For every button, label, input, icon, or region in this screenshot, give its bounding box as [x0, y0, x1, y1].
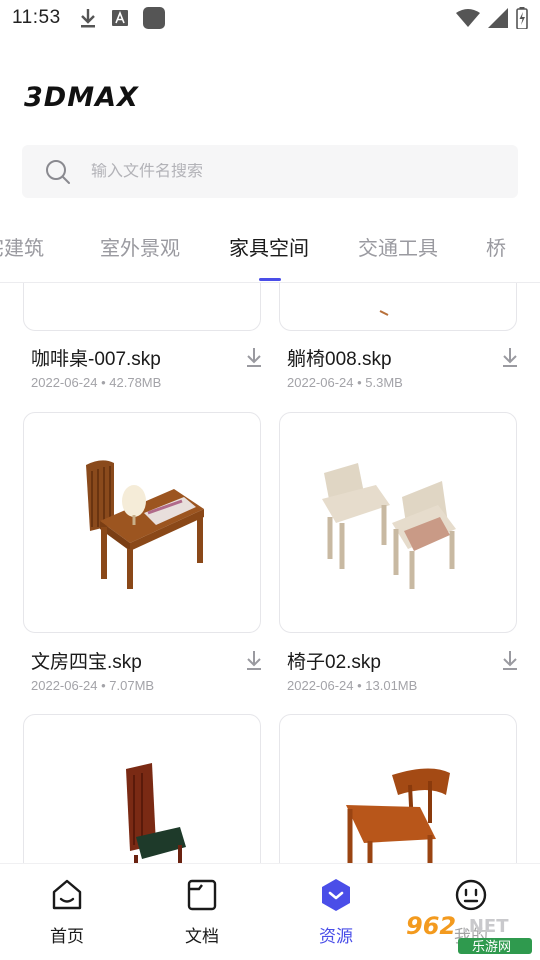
chair-02-thumbnail[interactable]: [279, 412, 517, 633]
item-meta: 2022-06-24 • 42.78MB: [31, 375, 162, 390]
armchair-image: [346, 768, 450, 863]
home-icon: [52, 879, 82, 910]
watermark-number: 962: [406, 912, 456, 940]
item-title[interactable]: 咖啡桌-007.skp: [31, 344, 161, 371]
tab-landscape[interactable]: 室外景观: [100, 232, 180, 261]
wifi-icon: [456, 9, 480, 27]
watermark-suffix: .NET: [462, 916, 509, 937]
search-icon: [46, 159, 70, 184]
profile-icon: [455, 879, 487, 911]
item-meta: 2022-06-24 • 13.01MB: [287, 678, 418, 693]
nav-home-label: 首页: [50, 927, 84, 946]
download-icon[interactable]: [500, 347, 520, 367]
folder-icon: [187, 879, 217, 911]
nav-documents-label: 文档: [185, 927, 219, 946]
lounge-chair-image: [379, 310, 389, 316]
chairs-image: [322, 463, 456, 589]
tab-furniture[interactable]: 家具空间: [229, 232, 309, 261]
stationery-desk-thumbnail[interactable]: [23, 412, 261, 633]
search-bar[interactable]: [22, 145, 518, 198]
screen: 11:53 3DMAX 输入文件名搜索 建筑 室外景观 家具空间 交通工具 桥 …: [0, 0, 540, 960]
battery-icon: [516, 7, 528, 29]
tab-vehicles[interactable]: 交通工具: [358, 232, 438, 261]
nav-resources-label: 资源: [319, 927, 353, 946]
site-watermark: 962 .NET 乐游网: [400, 910, 536, 955]
tall-chair-thumbnail[interactable]: [23, 714, 261, 863]
item-title[interactable]: 躺椅008.skp: [287, 344, 392, 371]
tab-bridge[interactable]: 桥: [486, 232, 506, 261]
item-meta: 2022-06-24 • 7.07MB: [31, 678, 155, 693]
keyboard-a-icon: [111, 10, 128, 26]
download-icon[interactable]: [244, 650, 264, 670]
category-tabs: 住宅建筑 室外景观 家具空间 交通工具 桥: [0, 222, 540, 282]
nav-documents[interactable]: 文档: [167, 878, 237, 947]
coffee-table-thumbnail[interactable]: [23, 283, 261, 331]
download-status-icon: [80, 9, 95, 28]
desk-chair-image: [86, 460, 204, 589]
resource-icon: [322, 879, 350, 911]
resource-grid: 咖啡桌-007.skp 2022-06-24 • 42.78MB 躺椅008.s…: [0, 283, 540, 863]
status-bar: 11:53: [0, 0, 540, 36]
search-input[interactable]: [91, 162, 471, 181]
item-meta: 2022-06-24 • 5.3MB: [287, 375, 403, 390]
lounge-chair-thumbnail[interactable]: [279, 283, 517, 331]
watermark-caption: 乐游网: [472, 940, 511, 955]
status-left-icons: [79, 7, 165, 29]
tab-residential[interactable]: 住宅建筑: [0, 232, 44, 261]
item-title[interactable]: 文房四宝.skp: [31, 647, 142, 674]
download-icon[interactable]: [244, 347, 264, 367]
app-square-icon: [142, 7, 165, 29]
active-tab-indicator: [259, 278, 281, 281]
nav-resources[interactable]: 资源: [301, 878, 371, 947]
status-right-icons: [456, 7, 528, 29]
item-title[interactable]: 椅子02.skp: [287, 647, 381, 674]
status-time: 11:53: [12, 7, 61, 28]
tall-chair-image: [126, 763, 186, 863]
armchair-thumbnail[interactable]: [279, 714, 517, 863]
nav-home[interactable]: 首页: [32, 878, 102, 947]
signal-icon: [488, 8, 508, 28]
download-icon[interactable]: [500, 650, 520, 670]
app-logo: 3DMAX: [24, 82, 139, 112]
logo-text: 3DMAX: [24, 82, 139, 112]
